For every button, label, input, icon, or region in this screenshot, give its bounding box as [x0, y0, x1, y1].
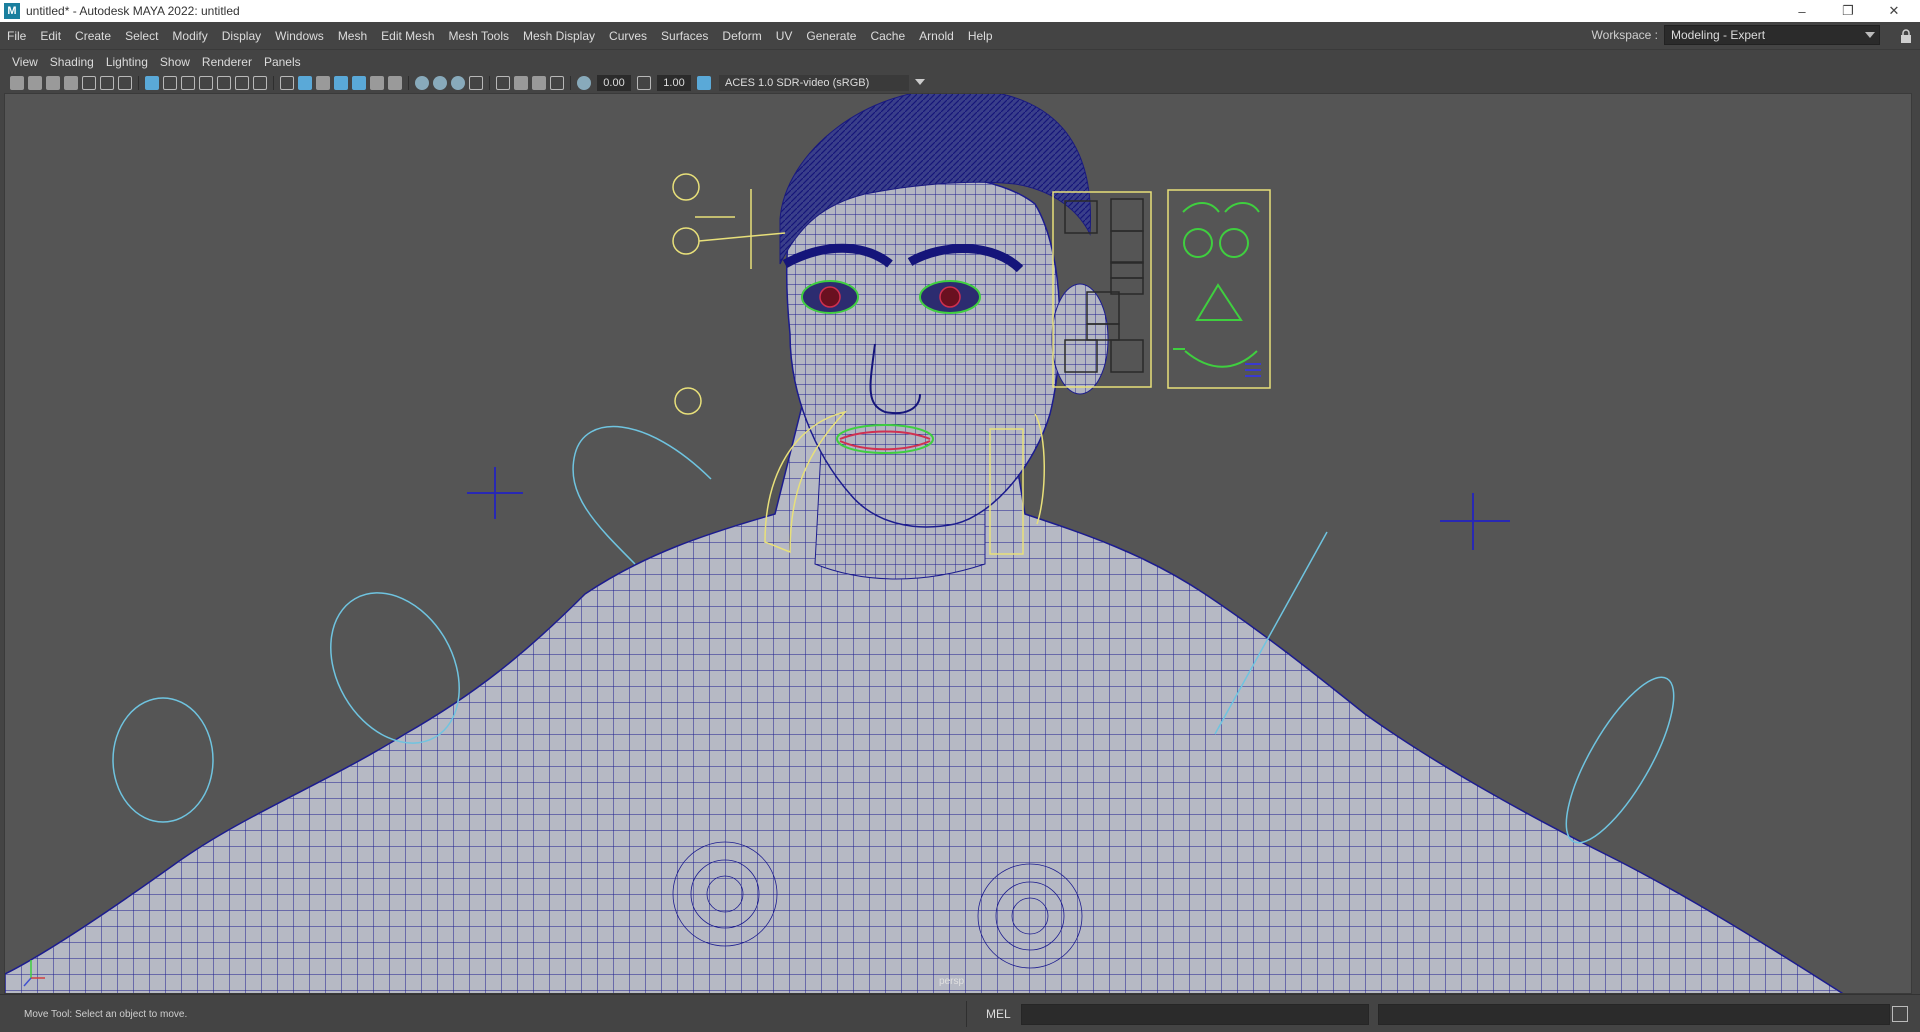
camera-label: persp	[939, 976, 965, 987]
wireframe-on-shaded-icon[interactable]	[334, 76, 348, 90]
panel-menu-shading[interactable]: Shading	[44, 55, 100, 69]
workspace-selector: Workspace : Modeling - Expert	[1592, 25, 1880, 45]
film-gate-icon[interactable]	[163, 76, 177, 90]
exposure-field[interactable]: 0.00	[597, 75, 631, 91]
ambient-occlusion-icon[interactable]	[415, 76, 429, 90]
gamma-field[interactable]: 1.00	[657, 75, 691, 91]
toolbar-separator	[408, 76, 409, 90]
default-material-icon[interactable]	[316, 76, 330, 90]
restore-button[interactable]: ❐	[1826, 0, 1870, 22]
viewport-toolbar: 0.00 1.00 ACES 1.0 SDR-video (sRGB)	[0, 73, 1920, 93]
ear-mesh[interactable]	[1051, 283, 1109, 395]
menu-edit[interactable]: Edit	[33, 29, 68, 43]
image-plane-icon[interactable]	[64, 76, 78, 90]
color-management-icon[interactable]	[697, 76, 711, 90]
panel-menu-lighting[interactable]: Lighting	[100, 55, 154, 69]
face-panel-curves	[1173, 202, 1260, 368]
menu-edit-mesh[interactable]: Edit Mesh	[374, 29, 441, 43]
bookmarks-icon[interactable]	[46, 76, 60, 90]
title-bar: M untitled* - Autodesk MAYA 2022: untitl…	[0, 0, 1920, 22]
menu-display[interactable]: Display	[215, 29, 268, 43]
toolbar-separator	[570, 76, 571, 90]
lock-icon[interactable]	[1900, 29, 1912, 43]
workspace-dropdown[interactable]: Modeling - Expert	[1664, 25, 1880, 45]
menu-mesh-display[interactable]: Mesh Display	[516, 29, 602, 43]
menu-cache[interactable]: Cache	[863, 29, 912, 43]
exposure-icon[interactable]	[577, 76, 591, 90]
camera-attributes-icon[interactable]	[28, 76, 42, 90]
grid-icon[interactable]	[145, 76, 159, 90]
menu-select[interactable]: Select	[118, 29, 165, 43]
menu-curves[interactable]: Curves	[602, 29, 654, 43]
workspace-label: Workspace :	[1591, 28, 1658, 42]
wireframe-icon[interactable]	[280, 76, 294, 90]
safe-title-icon[interactable]	[253, 76, 267, 90]
grease-pencil-icon[interactable]	[82, 76, 96, 90]
panel-menu-panels[interactable]: Panels	[258, 55, 307, 69]
field-chart-icon[interactable]	[217, 76, 231, 90]
select-camera-icon[interactable]	[10, 76, 24, 90]
isolate-select-icon[interactable]	[496, 76, 510, 90]
menu-generate[interactable]: Generate	[799, 29, 863, 43]
perspective-viewport[interactable]: persp	[4, 93, 1912, 994]
menu-file[interactable]: File	[0, 29, 33, 43]
menu-help[interactable]: Help	[961, 29, 1000, 43]
panel-menu-show[interactable]: Show	[154, 55, 196, 69]
anti-aliasing-icon[interactable]	[451, 76, 465, 90]
gamma-icon[interactable]	[637, 76, 651, 90]
viewport-scene[interactable]	[5, 94, 1912, 994]
command-result-field	[1378, 1004, 1890, 1025]
safe-action-icon[interactable]	[235, 76, 249, 90]
menu-create[interactable]: Create	[68, 29, 118, 43]
xray-active-components-icon[interactable]	[532, 76, 546, 90]
menu-windows[interactable]: Windows	[268, 29, 331, 43]
depth-of-field-icon[interactable]	[469, 76, 483, 90]
menu-modify[interactable]: Modify	[165, 29, 214, 43]
menu-arnold[interactable]: Arnold	[912, 29, 961, 43]
use-all-lights-icon[interactable]	[370, 76, 384, 90]
gate-mask-icon[interactable]	[199, 76, 213, 90]
grease-pencil-tool-icon[interactable]	[118, 76, 132, 90]
toolbar-separator	[138, 76, 139, 90]
menu-uv[interactable]: UV	[769, 29, 800, 43]
script-editor-icon[interactable]	[1892, 1006, 1908, 1022]
resolution-gate-icon[interactable]	[181, 76, 195, 90]
help-line: Move Tool: Select an object to move. MEL	[0, 994, 1920, 1032]
status-separator	[966, 1001, 967, 1027]
menu-surfaces[interactable]: Surfaces	[654, 29, 715, 43]
chevron-down-icon	[1865, 32, 1875, 38]
minimize-button[interactable]: –	[1780, 0, 1824, 22]
motion-blur-icon[interactable]	[433, 76, 447, 90]
smooth-shade-icon[interactable]	[298, 76, 312, 90]
mel-language-toggle[interactable]: MEL	[986, 1007, 1011, 1021]
panel-menu-bar: View Shading Lighting Show Renderer Pane…	[0, 51, 1920, 73]
xray-icon[interactable]	[514, 76, 528, 90]
textured-icon[interactable]	[352, 76, 366, 90]
menu-deform[interactable]: Deform	[715, 29, 768, 43]
view-transform-value: ACES 1.0 SDR-video (sRGB)	[725, 77, 870, 89]
shadows-icon[interactable]	[388, 76, 402, 90]
toolbar-separator	[489, 76, 490, 90]
help-text: Move Tool: Select an object to move.	[24, 1009, 188, 1020]
eye-aim-controls[interactable]	[672, 173, 786, 415]
maya-logo-icon: M	[4, 3, 20, 19]
window-title: untitled* - Autodesk MAYA 2022: untitled	[26, 4, 240, 18]
panel-menu-view[interactable]: View	[6, 55, 44, 69]
close-button[interactable]: ✕	[1872, 0, 1916, 22]
command-line-input[interactable]	[1021, 1004, 1369, 1025]
panel-menu-renderer[interactable]: Renderer	[196, 55, 258, 69]
view-transform-dropdown[interactable]: ACES 1.0 SDR-video (sRGB)	[719, 75, 925, 91]
xray-joints-icon[interactable]	[550, 76, 564, 90]
main-menu-bar: File Edit Create Select Modify Display W…	[0, 22, 1920, 50]
menu-mesh-tools[interactable]: Mesh Tools	[442, 29, 516, 43]
2d-pan-zoom-icon[interactable]	[100, 76, 114, 90]
face-panel-lines	[1245, 363, 1261, 377]
workspace-value: Modeling - Expert	[1671, 28, 1766, 42]
chevron-down-icon	[915, 79, 925, 85]
toolbar-separator	[273, 76, 274, 90]
menu-mesh[interactable]: Mesh	[331, 29, 374, 43]
